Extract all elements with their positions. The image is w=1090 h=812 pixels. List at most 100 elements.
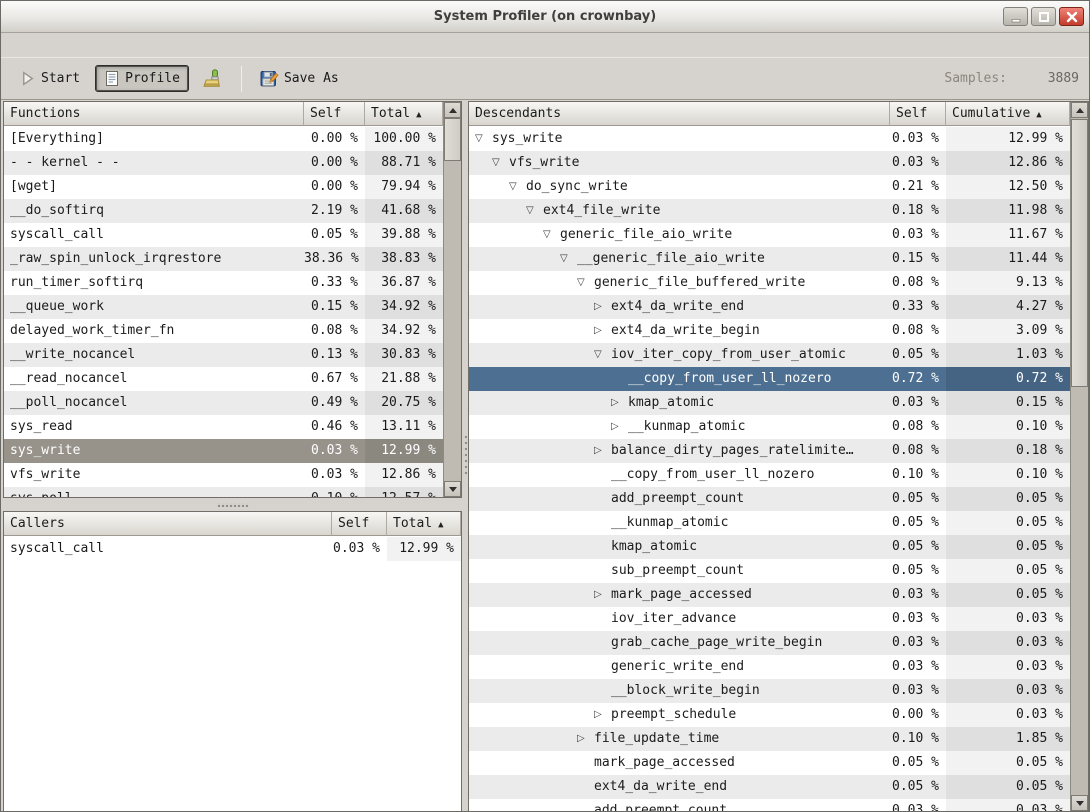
horizontal-pane-splitter[interactable] — [3, 498, 462, 511]
table-row[interactable]: - - kernel - - 0.00 % 88.71 % — [4, 151, 443, 175]
function-name: add_preempt_count — [594, 799, 727, 811]
functions-column-header[interactable]: Functions — [4, 102, 304, 126]
tree-row[interactable]: ▷ ext4_da_write_end 0.33 % 4.27 % — [469, 295, 1070, 319]
total-column-header-sorted[interactable]: Total▲ — [365, 102, 443, 126]
total-percent: 88.71 % — [365, 151, 443, 175]
start-button[interactable]: Start — [11, 66, 88, 91]
descendants-column-header[interactable]: Descendants — [469, 102, 890, 126]
reset-button[interactable] — [194, 65, 229, 92]
total-column-header-sorted[interactable]: Total▲ — [387, 512, 461, 536]
expander-icon[interactable]: ▷ — [611, 391, 628, 415]
expander-icon[interactable]: ▽ — [560, 247, 577, 271]
tree-row[interactable]: iov_iter_advance 0.03 % 0.03 % — [469, 607, 1070, 631]
tree-row[interactable]: ▷ mark_page_accessed 0.03 % 0.05 % — [469, 583, 1070, 607]
table-row[interactable]: __read_nocancel 0.67 % 21.88 % — [4, 367, 443, 391]
tree-row[interactable]: ▽ __generic_file_aio_write 0.15 % 11.44 … — [469, 247, 1070, 271]
scrollbar-thumb[interactable] — [1071, 119, 1088, 387]
scroll-up-button[interactable] — [1071, 102, 1088, 118]
expander-icon[interactable]: ▷ — [594, 703, 611, 727]
self-column-header[interactable]: Self — [890, 102, 946, 126]
tree-row[interactable]: ▷ kmap_atomic 0.03 % 0.15 % — [469, 391, 1070, 415]
expander-icon[interactable]: ▽ — [526, 199, 543, 223]
tree-row[interactable]: grab_cache_page_write_begin 0.03 % 0.03 … — [469, 631, 1070, 655]
expander-icon[interactable]: ▽ — [509, 175, 526, 199]
tree-row[interactable]: __copy_from_user_ll_nozero 0.72 % 0.72 % — [469, 367, 1070, 391]
expander-icon[interactable]: ▷ — [594, 583, 611, 607]
expander-icon[interactable]: ▷ — [594, 319, 611, 343]
self-percent: 0.33 % — [890, 295, 946, 319]
scroll-up-button[interactable] — [444, 102, 461, 118]
expander-icon[interactable]: ▽ — [594, 343, 611, 367]
table-row[interactable]: _raw_spin_unlock_irqrestore 38.36 % 38.8… — [4, 247, 443, 271]
function-name: do_sync_write — [526, 175, 628, 199]
tree-row[interactable]: ext4_da_write_end 0.05 % 0.05 % — [469, 775, 1070, 799]
self-percent: 0.67 % — [304, 367, 365, 391]
tree-row[interactable]: __copy_from_user_ll_nozero 0.10 % 0.10 % — [469, 463, 1070, 487]
tree-row[interactable]: ▽ generic_file_aio_write 0.03 % 11.67 % — [469, 223, 1070, 247]
menu-item[interactable] — [27, 33, 49, 57]
tree-row[interactable]: ▽ iov_iter_copy_from_user_atomic 0.05 % … — [469, 343, 1070, 367]
cumulative-percent: 0.03 % — [946, 655, 1070, 679]
tree-row[interactable]: ▽ ext4_file_write 0.18 % 11.98 % — [469, 199, 1070, 223]
self-column-header[interactable]: Self — [332, 512, 387, 536]
table-row[interactable]: delayed_work_timer_fn 0.08 % 34.92 % — [4, 319, 443, 343]
maximize-button[interactable] — [1031, 7, 1056, 26]
cumulative-column-header-sorted[interactable]: Cumulative▲ — [946, 102, 1070, 126]
tree-row[interactable]: ▷ balance_dirty_pages_ratelimite… 0.08 %… — [469, 439, 1070, 463]
tree-row[interactable]: ▽ generic_file_buffered_write 0.08 % 9.1… — [469, 271, 1070, 295]
scroll-down-button[interactable] — [444, 481, 461, 497]
close-button[interactable] — [1059, 7, 1084, 26]
table-row[interactable]: __do_softirq 2.19 % 41.68 % — [4, 199, 443, 223]
expander-icon[interactable]: ▽ — [577, 271, 594, 295]
total-percent: 12.86 % — [365, 463, 443, 487]
table-row[interactable]: __poll_nocancel 0.49 % 20.75 % — [4, 391, 443, 415]
tree-row[interactable]: add_preempt_count 0.05 % 0.05 % — [469, 487, 1070, 511]
table-row[interactable]: sys_write 0.03 % 12.99 % — [4, 439, 443, 463]
tree-row[interactable]: kmap_atomic 0.05 % 0.05 % — [469, 535, 1070, 559]
tree-row[interactable]: mark_page_accessed 0.05 % 0.05 % — [469, 751, 1070, 775]
tree-row[interactable]: generic_write_end 0.03 % 0.03 % — [469, 655, 1070, 679]
expander-icon[interactable]: ▷ — [594, 295, 611, 319]
titlebar[interactable]: System Profiler (on crownbay) — [1, 1, 1089, 33]
save-as-button[interactable]: Save As — [252, 65, 347, 92]
expander-icon[interactable]: ▽ — [475, 127, 492, 151]
tree-row[interactable]: add_preempt_count 0.03 % 0.03 % — [469, 799, 1070, 811]
tree-row[interactable]: __kunmap_atomic 0.05 % 0.05 % — [469, 511, 1070, 535]
table-row[interactable]: syscall_call 0.03 % 12.99 % — [4, 537, 461, 561]
scrollbar-thumb[interactable] — [444, 118, 461, 161]
expander-icon[interactable]: ▽ — [543, 223, 560, 247]
functions-scrollbar[interactable] — [443, 102, 461, 497]
scroll-down-button[interactable] — [1071, 795, 1088, 811]
table-row[interactable]: [Everything] 0.00 % 100.00 % — [4, 127, 443, 151]
table-row[interactable]: sys_read 0.46 % 13.11 % — [4, 415, 443, 439]
table-row[interactable]: __write_nocancel 0.13 % 30.83 % — [4, 343, 443, 367]
callers-column-header[interactable]: Callers — [4, 512, 332, 536]
function-name: iov_iter_advance — [611, 607, 736, 631]
tree-row[interactable]: ▽ sys_write 0.03 % 12.99 % — [469, 127, 1070, 151]
descendants-scrollbar[interactable] — [1070, 102, 1088, 811]
self-column-header[interactable]: Self — [304, 102, 365, 126]
tree-row[interactable]: ▷ preempt_schedule 0.00 % 0.03 % — [469, 703, 1070, 727]
tree-row[interactable]: sub_preempt_count 0.05 % 0.05 % — [469, 559, 1070, 583]
tree-row[interactable]: ▷ __kunmap_atomic 0.08 % 0.10 % — [469, 415, 1070, 439]
self-percent: 0.05 % — [890, 343, 946, 367]
table-row[interactable]: syscall_call 0.05 % 39.88 % — [4, 223, 443, 247]
minimize-button[interactable] — [1003, 7, 1028, 26]
table-row[interactable]: sys_poll 0.10 % 12.57 % — [4, 487, 443, 497]
tree-row[interactable]: ▷ file_update_time 0.10 % 1.85 % — [469, 727, 1070, 751]
menu-item[interactable] — [49, 33, 71, 57]
tree-row[interactable]: ▽ vfs_write 0.03 % 12.86 % — [469, 151, 1070, 175]
table-row[interactable]: vfs_write 0.03 % 12.86 % — [4, 463, 443, 487]
menu-item[interactable] — [5, 33, 27, 57]
tree-row[interactable]: __block_write_begin 0.03 % 0.03 % — [469, 679, 1070, 703]
expander-icon[interactable]: ▷ — [577, 727, 594, 751]
table-row[interactable]: __queue_work 0.15 % 34.92 % — [4, 295, 443, 319]
expander-icon[interactable]: ▷ — [594, 439, 611, 463]
expander-icon[interactable]: ▷ — [611, 415, 628, 439]
table-row[interactable]: [wget] 0.00 % 79.94 % — [4, 175, 443, 199]
tree-row[interactable]: ▽ do_sync_write 0.21 % 12.50 % — [469, 175, 1070, 199]
expander-icon[interactable]: ▽ — [492, 151, 509, 175]
profile-toggle-button[interactable]: Profile — [96, 66, 188, 91]
tree-row[interactable]: ▷ ext4_da_write_begin 0.08 % 3.09 % — [469, 319, 1070, 343]
table-row[interactable]: run_timer_softirq 0.33 % 36.87 % — [4, 271, 443, 295]
